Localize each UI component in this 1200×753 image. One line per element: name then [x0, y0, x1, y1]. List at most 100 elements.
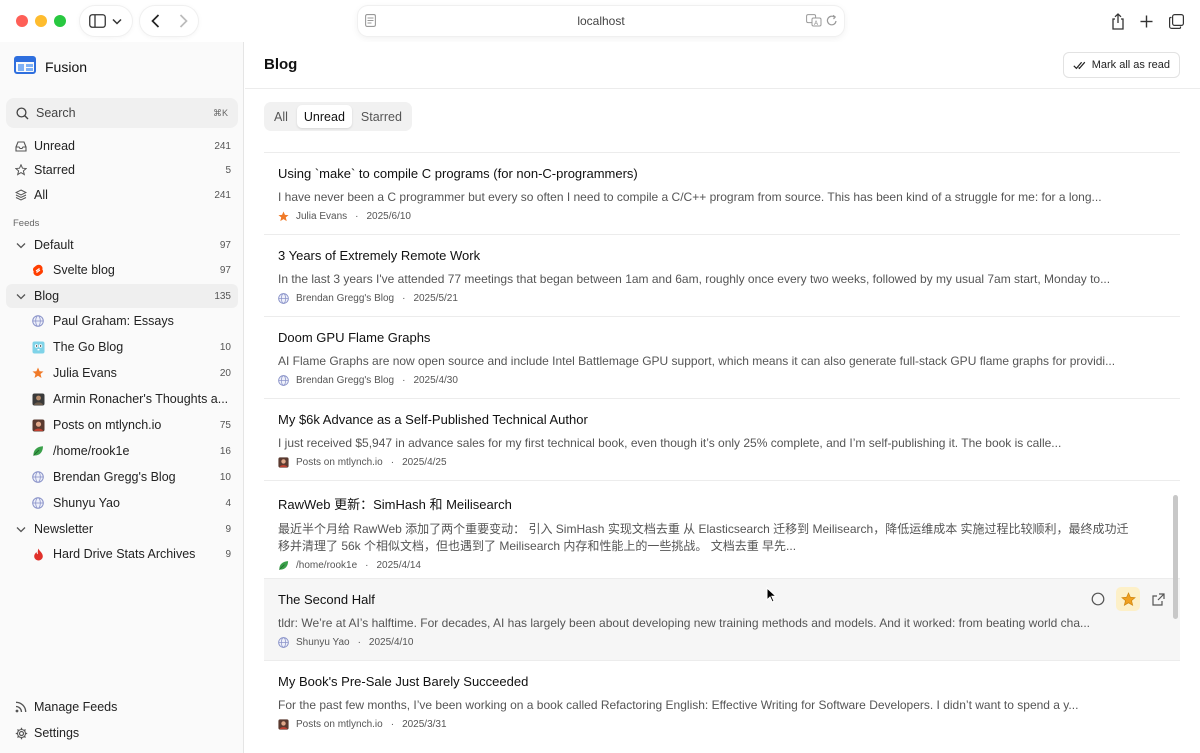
nav-all[interactable]: All 241 [6, 183, 238, 207]
translate-icon[interactable]: A [806, 14, 822, 32]
feed-hard-drive-stats[interactable]: Hard Drive Stats Archives 9 [6, 542, 238, 566]
chevron-down-icon[interactable] [13, 293, 29, 300]
feed-label: Armin Ronacher's Thoughts a... [53, 392, 229, 406]
history-nav-group [140, 6, 198, 36]
feed-armin-ronacher[interactable]: Armin Ronacher's Thoughts a... [6, 387, 238, 411]
rss-icon [13, 701, 29, 713]
sidebar-toggle-group [80, 6, 132, 36]
article-row[interactable]: The Second Half tldr: We’re at AI’s half… [264, 578, 1180, 660]
article-source: Shunyu Yao [296, 637, 350, 648]
chevron-down-icon[interactable] [104, 6, 130, 36]
article-row[interactable]: RawWeb 更新：SimHash 和 Meilisearch 最近半个月给 R… [264, 480, 1180, 578]
article-source: Posts on mtlynch.io [296, 719, 383, 730]
tab-overview-icon[interactable] [1161, 6, 1191, 36]
leaf-icon [30, 445, 46, 457]
back-icon[interactable] [140, 6, 170, 36]
article-row[interactable]: Doom GPU Flame Graphs AI Flame Graphs ar… [264, 316, 1180, 398]
zoom-window-button[interactable] [54, 15, 66, 27]
article-source: Brendan Gregg's Blog [296, 293, 395, 304]
article-summary: tldr: We’re at AI’s halftime. For decade… [278, 616, 1091, 630]
orange-star-icon [278, 211, 289, 222]
globe-icon [30, 471, 46, 483]
nav-unread[interactable]: Unread 241 [6, 134, 238, 158]
app-name: Fusion [45, 58, 88, 75]
feed-count: 97 [219, 264, 231, 276]
nav-unread-count: 241 [214, 140, 231, 152]
group-blog-count: 135 [214, 290, 231, 302]
avatar-favicon-icon [30, 393, 46, 406]
chevron-down-icon[interactable] [13, 526, 29, 533]
feed-label: Posts on mtlynch.io [53, 418, 162, 432]
external-link-icon[interactable] [1146, 587, 1170, 611]
minimize-window-button[interactable] [35, 15, 47, 27]
article-source: Brendan Gregg's Blog [296, 375, 395, 386]
feed-count: 10 [219, 341, 231, 353]
leaf-icon [278, 560, 289, 571]
close-window-button[interactable] [16, 15, 28, 27]
article-row[interactable]: My $6k Advance as a Self-Published Techn… [264, 398, 1180, 480]
feed-paul-graham[interactable]: Paul Graham: Essays [6, 309, 238, 333]
reload-icon[interactable] [826, 14, 838, 32]
star-icon[interactable] [1116, 587, 1140, 611]
feed-julia-evans[interactable]: Julia Evans 20 [6, 361, 238, 385]
url-text: localhost [577, 14, 625, 28]
feed-label: Julia Evans [53, 366, 117, 380]
article-summary: I just received $5,947 in advance sales … [278, 436, 1062, 450]
globe-icon [30, 315, 46, 327]
tab-unread[interactable]: Unread [296, 105, 352, 128]
article-title: 3 Years of Extremely Remote Work [278, 248, 481, 263]
tab-starred[interactable]: Starred [354, 105, 409, 128]
star-outline-icon [13, 164, 29, 176]
article-source: /home/rook1e [296, 560, 358, 571]
group-blog-label: Blog [34, 289, 60, 303]
article-source: Julia Evans [296, 211, 348, 222]
forward-icon[interactable] [168, 6, 198, 36]
feed-shunyu-yao[interactable]: Shunyu Yao 4 [6, 491, 238, 515]
feed-svelte-blog[interactable]: Svelte blog 97 [6, 258, 238, 282]
main-header: Blog Mark all as read [245, 42, 1200, 89]
article-date: 2025/4/25 [402, 457, 447, 468]
svelte-favicon-icon [30, 264, 46, 277]
share-icon[interactable] [1103, 6, 1133, 36]
feed-label: Paul Graham: Essays [53, 314, 174, 328]
feed-rook1e[interactable]: /home/rook1e 16 [6, 439, 238, 463]
mtlynch-favicon-icon [278, 457, 289, 468]
tab-all[interactable]: All [267, 105, 295, 128]
group-blog[interactable]: Blog 135 [6, 284, 238, 308]
feed-go-blog[interactable]: The Go Blog 10 [6, 335, 238, 359]
feed-brendan-gregg[interactable]: Brendan Gregg's Blog 10 [6, 465, 238, 489]
chevron-down-icon[interactable] [13, 242, 29, 249]
mark-all-read-button[interactable]: Mark all as read [1062, 52, 1180, 78]
article-summary: 最近半个月给 RawWeb 添加了两个重要变动： 引入 SimHash 实现文档… [278, 522, 1129, 553]
nav-starred-count: 5 [225, 164, 231, 176]
feed-count: 16 [219, 445, 231, 457]
feed-count: 20 [219, 367, 231, 379]
globe-icon [30, 497, 46, 509]
globe-icon [278, 375, 289, 386]
manage-feeds-label: Manage Feeds [34, 700, 118, 714]
article-title: Doom GPU Flame Graphs [278, 330, 431, 345]
settings-link[interactable]: Settings [6, 721, 238, 745]
group-newsletter[interactable]: Newsletter 9 [6, 517, 238, 541]
nav-starred[interactable]: Starred 5 [6, 158, 238, 182]
feed-label: Svelte blog [53, 263, 115, 277]
sidebar: Fusion Search ⌘K Unread 241 Starred 5 Al… [0, 42, 244, 753]
article-row[interactable]: Using `make` to compile C programs (for … [264, 152, 1180, 234]
app-brand[interactable]: Fusion [14, 56, 87, 77]
address-bar[interactable]: localhost A [358, 6, 844, 36]
feed-count: 75 [219, 419, 231, 431]
group-default[interactable]: Default 97 [6, 233, 238, 257]
article-actions [1086, 587, 1170, 611]
mark-read-circle-icon[interactable] [1086, 587, 1110, 611]
feed-label: Hard Drive Stats Archives [53, 547, 196, 561]
new-tab-icon[interactable] [1131, 6, 1161, 36]
article-row[interactable]: My Book's Pre-Sale Just Barely Succeeded… [264, 660, 1180, 742]
feed-mtlynch[interactable]: Posts on mtlynch.io 75 [6, 413, 238, 437]
article-title: RawWeb 更新：SimHash 和 Meilisearch [278, 497, 512, 512]
search-icon [16, 106, 29, 120]
scrollbar-thumb[interactable] [1173, 495, 1178, 619]
manage-feeds-link[interactable]: Manage Feeds [6, 695, 238, 719]
article-row[interactable]: 3 Years of Extremely Remote Work In the … [264, 234, 1180, 316]
search-input[interactable]: Search ⌘K [6, 98, 238, 128]
article-date: 2025/5/21 [413, 293, 458, 304]
